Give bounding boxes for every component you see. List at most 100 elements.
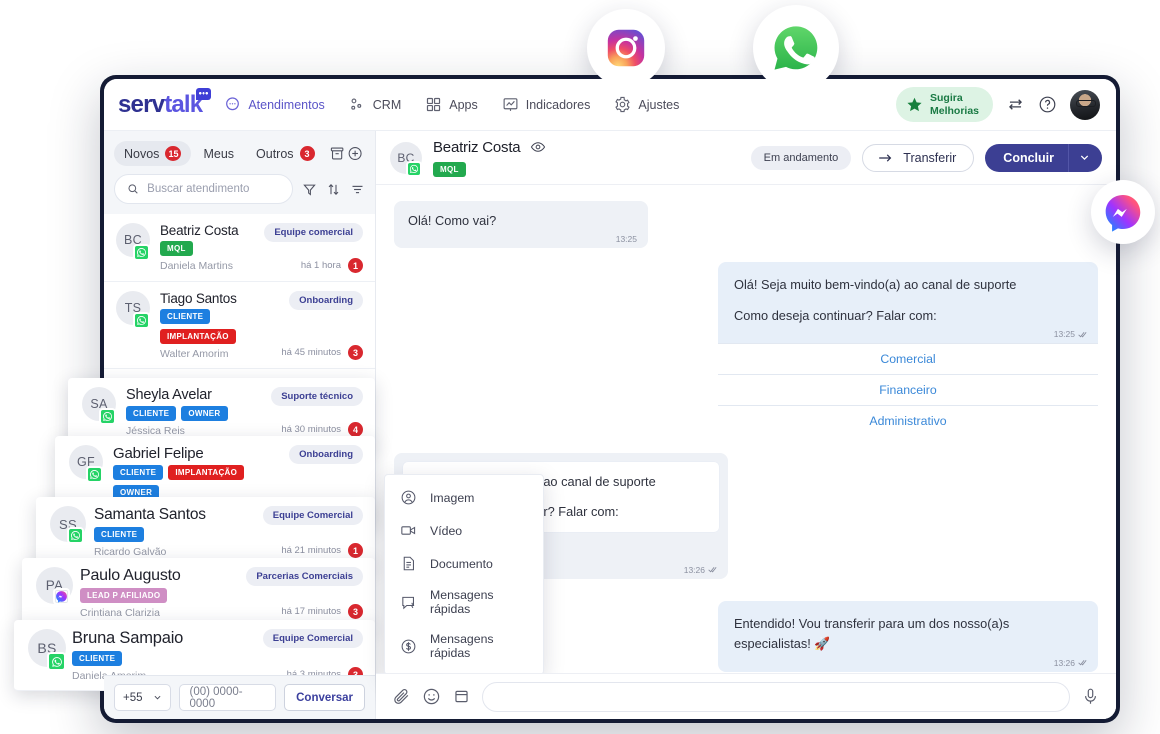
- unread-count: 1: [348, 258, 363, 273]
- search-icon: [128, 184, 138, 194]
- agent-name: Crintiana Clarizia: [80, 607, 160, 619]
- template-icon[interactable]: [452, 687, 471, 706]
- quick-reply-option[interactable]: Comercial: [718, 343, 1098, 375]
- servtalk-logo[interactable]: servtalk: [118, 87, 212, 119]
- nav-item-indicadores[interactable]: Indicadores: [502, 96, 590, 113]
- tab-meus[interactable]: Meus: [193, 142, 244, 166]
- list-item-meta: Parcerias Comerciais há 17 minutos 3: [246, 567, 363, 619]
- attachment-item-mensagens-rapidas[interactable]: Mensagens rápidas: [385, 580, 543, 624]
- plus-circle-icon[interactable]: [347, 145, 363, 162]
- attachment-item-mensagens-rapidas-financeiro[interactable]: Mensagens rápidas: [385, 624, 543, 668]
- nav-label-apps: Apps: [449, 97, 478, 112]
- list-item[interactable]: PA Paulo Augusto LEAD P AFILIADO Crintia…: [22, 558, 375, 628]
- quick-reply-option[interactable]: Financeiro: [718, 374, 1098, 406]
- logo-chat-bubble-icon: [196, 87, 212, 100]
- tab-outros[interactable]: Outros 3: [246, 141, 325, 166]
- nav-item-atendimentos[interactable]: Atendimentos: [224, 96, 325, 113]
- quick-dial-bar: +55 (00) 0000-0000 Conversar: [104, 675, 375, 719]
- avatar: SA: [82, 387, 116, 437]
- sidebar-tabs: Novos 15 Meus Outros 3: [104, 131, 375, 172]
- list-item[interactable]: TS Tiago Santos CLIENTE IMPLANTAÇÃO Walt…: [104, 282, 375, 369]
- question-circle-icon[interactable]: [1038, 95, 1057, 114]
- message-timestamp: 13:25: [1054, 329, 1087, 339]
- nav-item-crm[interactable]: CRM: [349, 96, 401, 113]
- chat-panel: BC Beatriz Costa MQL Em andamento Transf…: [376, 131, 1116, 719]
- attachment-item-video[interactable]: Vídeo: [385, 514, 543, 547]
- instagram-bubble[interactable]: [587, 9, 665, 87]
- tab-novos[interactable]: Novos 15: [114, 141, 192, 166]
- read-ticks-icon: [1078, 660, 1087, 666]
- logo-wordmark: servtalk: [118, 90, 203, 119]
- chat-title-row: Beatriz Costa: [433, 139, 546, 156]
- tag-list: CLIENTE OWNER: [126, 406, 261, 421]
- conversar-button[interactable]: Conversar: [284, 684, 365, 711]
- attachment-item-documento[interactable]: Documento: [385, 547, 543, 580]
- list-item[interactable]: BC Beatriz Costa MQL Daniela Martins Equ…: [104, 214, 375, 282]
- quick-reply-option[interactable]: Administrativo: [718, 405, 1098, 437]
- logo-text-serv: serv: [118, 90, 165, 118]
- microphone-icon[interactable]: [1081, 687, 1100, 706]
- read-ticks-icon: [708, 567, 717, 573]
- nav-label-crm: CRM: [372, 97, 402, 112]
- attachment-item-imagem[interactable]: Imagem: [385, 481, 543, 514]
- dollar-circle-icon: [401, 639, 416, 653]
- messenger-bubble[interactable]: [1091, 180, 1155, 244]
- chevron-down-icon: [1080, 155, 1089, 160]
- conclude-button[interactable]: Concluir: [985, 143, 1102, 172]
- avatar[interactable]: [1070, 89, 1100, 120]
- suggest-improvements-button[interactable]: Sugira Melhorias: [895, 87, 993, 122]
- nav-label-ajustes: Ajustes: [638, 97, 680, 112]
- status-badge: CLIENTE: [113, 465, 164, 480]
- transfer-arrows-icon[interactable]: [1006, 95, 1025, 114]
- messenger-icon: [53, 588, 70, 605]
- video-camera-icon: [401, 526, 416, 535]
- message-bubble-incoming: Olá! Como vai? 13:25: [394, 201, 648, 248]
- message-input-wrapper[interactable]: [482, 681, 1070, 712]
- timestamp: há 21 minutos: [281, 545, 341, 556]
- status-badge: Em andamento: [750, 145, 852, 170]
- contact-name: Bruna Sampaio: [72, 629, 184, 647]
- sort-arrows-icon[interactable]: [326, 182, 341, 197]
- tab-label-novos: Novos: [124, 146, 160, 161]
- transfer-label: Transferir: [903, 150, 957, 165]
- contact-name: Gabriel Felipe: [113, 445, 204, 462]
- message-bubble-outgoing: Entendido! Vou transferir para um dos no…: [718, 600, 1098, 672]
- nav-item-apps[interactable]: Apps: [425, 96, 478, 113]
- smiley-icon[interactable]: [422, 687, 441, 706]
- tab-count-outros: 3: [299, 146, 315, 161]
- nav-item-ajustes[interactable]: Ajustes: [614, 96, 679, 113]
- filter-lines-icon[interactable]: [350, 182, 365, 197]
- funnel-icon[interactable]: [302, 182, 317, 197]
- archive-box-icon[interactable]: [329, 145, 345, 162]
- timestamp-text: 13:26: [1053, 657, 1075, 668]
- avatar: BC: [390, 141, 422, 177]
- list-item[interactable]: SS Samanta Santos CLIENTE Ricardo Galvão…: [36, 497, 375, 567]
- phone-number-input[interactable]: (00) 0000-0000: [178, 684, 277, 711]
- apps-grid-icon: [427, 97, 441, 112]
- avatar: BC: [116, 223, 150, 273]
- conclude-dropdown-toggle[interactable]: [1068, 143, 1102, 172]
- status-badge: IMPLANTAÇÃO: [160, 329, 236, 344]
- country-code-select[interactable]: +55: [114, 684, 171, 711]
- message-input[interactable]: [497, 682, 1055, 711]
- attachment-label: Vídeo: [430, 523, 463, 538]
- message-text: Como deseja continuar? Falar com:: [734, 307, 937, 323]
- list-item-main: Samanta Santos CLIENTE Ricardo Galvão: [94, 506, 253, 558]
- agent-name: Walter Amorim: [160, 348, 229, 360]
- status-badge: OWNER: [181, 406, 228, 421]
- search-input[interactable]: [147, 183, 280, 195]
- search-input-wrapper[interactable]: [114, 174, 293, 204]
- attachment-menu[interactable]: Imagem Vídeo Documento Mensagens rápidas: [384, 474, 544, 675]
- timestamp: há 45 minutos: [281, 347, 341, 358]
- team-badge: Equipe Comercial: [262, 629, 363, 648]
- attachment-label: Mensagens rápidas: [430, 632, 494, 660]
- eye-icon[interactable]: [530, 139, 546, 155]
- tag-list: LEAD P AFILIADO: [80, 588, 236, 603]
- unread-count: 1: [348, 543, 363, 558]
- transfer-button[interactable]: Transferir: [862, 143, 975, 172]
- message-text: Entendido! Vou transferir para um dos no…: [734, 615, 1010, 651]
- list-item-main: Paulo Augusto LEAD P AFILIADO Crintiana …: [80, 567, 236, 619]
- message-bubble-outgoing: Olá! Seja muito bem-vindo(a) ao canal de…: [718, 261, 1098, 437]
- tag-list: CLIENTE IMPLANTAÇÃO OWNER: [113, 465, 271, 500]
- paperclip-icon[interactable]: [392, 687, 411, 706]
